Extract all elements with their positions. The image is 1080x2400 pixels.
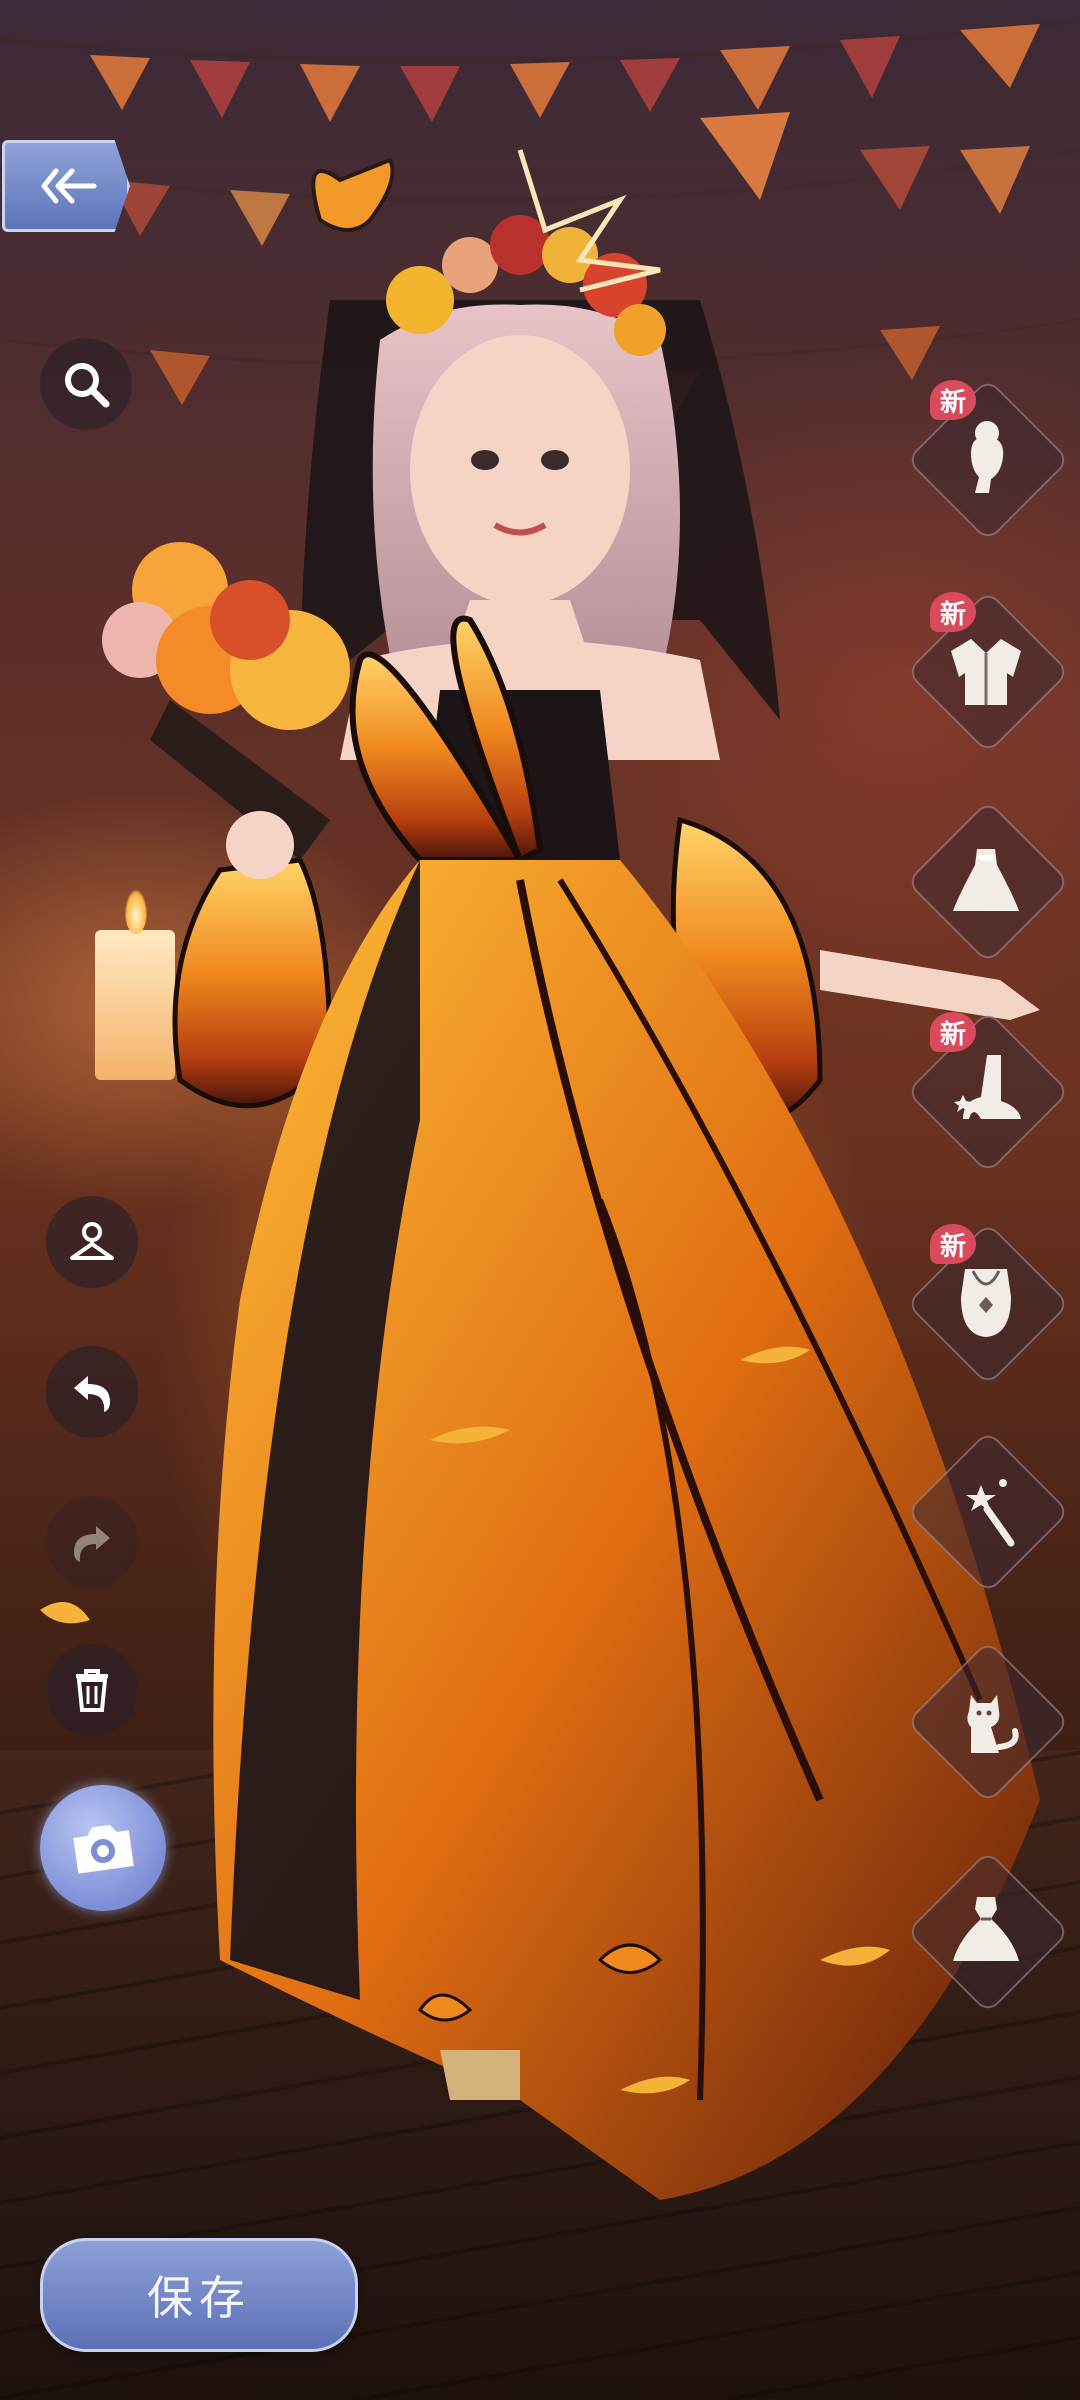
category-pet-button[interactable] — [905, 1639, 1071, 1805]
search-button[interactable] — [40, 338, 132, 430]
category-dress-button[interactable] — [905, 799, 1071, 965]
redo-button[interactable] — [46, 1496, 138, 1588]
hanger-icon — [70, 1222, 114, 1260]
delete-button[interactable] — [46, 1644, 138, 1736]
character-avatar[interactable] — [0, 0, 1080, 2400]
camera-icon — [73, 1824, 134, 1874]
save-button[interactable]: 保存 — [40, 2238, 358, 2352]
trash-icon — [76, 1669, 108, 1712]
category-shoes-button[interactable]: 新 — [905, 1009, 1071, 1175]
new-badge: 新 — [930, 592, 976, 632]
necklace-icon — [961, 1269, 1011, 1337]
outfit-dress-icon — [953, 1897, 1019, 1961]
new-badge: 新 — [930, 1224, 976, 1264]
category-necklace-button[interactable]: 新 — [905, 1221, 1071, 1387]
game-scene-background — [0, 0, 1080, 2400]
camera-button[interactable] — [40, 1785, 166, 1911]
shoes-icon — [954, 1055, 1021, 1119]
category-handheld-button[interactable] — [905, 1429, 1071, 1595]
category-outfit-button[interactable] — [905, 1849, 1071, 2015]
wand-icon — [966, 1479, 1015, 1547]
category-jacket-button[interactable]: 新 — [905, 589, 1071, 755]
jacket-icon — [951, 639, 1021, 705]
back-button[interactable] — [2, 140, 130, 232]
undo-button[interactable] — [46, 1346, 138, 1438]
back-arrow-icon — [41, 168, 97, 204]
hanger-button[interactable] — [46, 1196, 138, 1288]
hairstyle-icon — [971, 421, 1004, 493]
cat-icon — [967, 1695, 1019, 1753]
undo-icon — [74, 1376, 110, 1412]
dress-icon — [953, 849, 1019, 911]
new-badge: 新 — [930, 1012, 976, 1052]
search-icon — [65, 363, 110, 408]
category-hairstyle-button[interactable]: 新 — [905, 377, 1071, 543]
redo-icon — [74, 1526, 110, 1562]
new-badge: 新 — [930, 380, 976, 420]
